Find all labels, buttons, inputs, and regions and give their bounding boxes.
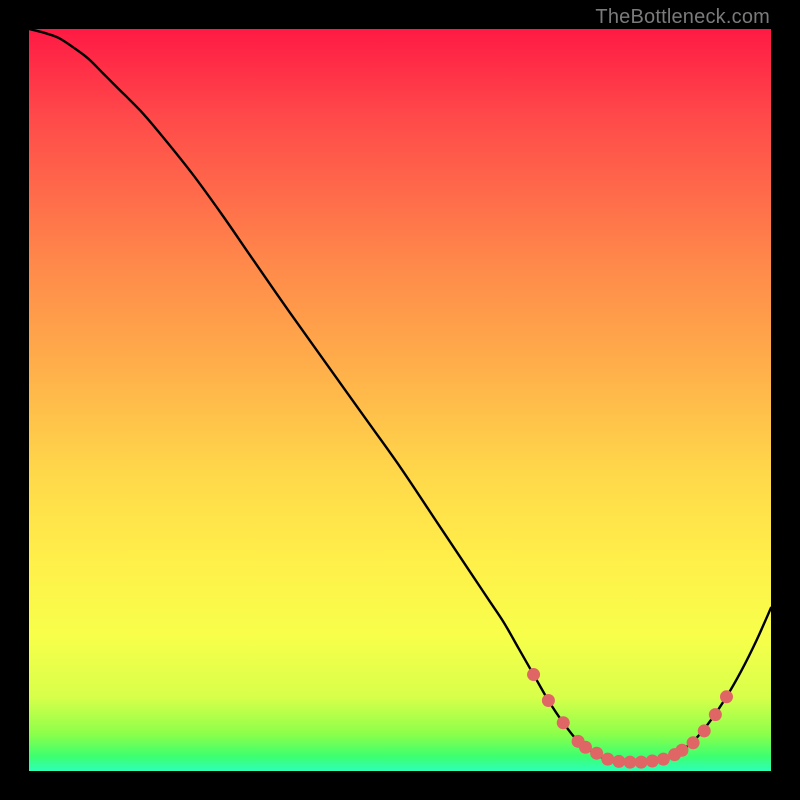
highlight-dot	[557, 716, 570, 729]
highlight-dot	[542, 694, 555, 707]
highlight-dot	[590, 747, 603, 760]
highlight-dot	[635, 756, 648, 769]
curve-layer	[29, 29, 771, 771]
highlight-dot	[657, 753, 670, 766]
highlight-dot	[675, 744, 688, 757]
highlight-dot	[709, 708, 722, 721]
attribution-text: TheBottleneck.com	[595, 6, 770, 29]
highlight-dot	[579, 741, 592, 754]
highlight-dot	[601, 753, 614, 766]
bottleneck-curve	[29, 29, 771, 762]
highlight-dot	[720, 690, 733, 703]
highlight-dot	[624, 756, 637, 769]
highlight-dot	[527, 668, 540, 681]
highlight-dot	[687, 736, 700, 749]
chart-container: TheBottleneck.com	[0, 0, 800, 800]
highlight-dot	[612, 755, 625, 768]
highlight-dots	[527, 668, 733, 769]
highlight-dot	[698, 724, 711, 737]
highlight-dot	[646, 754, 659, 767]
